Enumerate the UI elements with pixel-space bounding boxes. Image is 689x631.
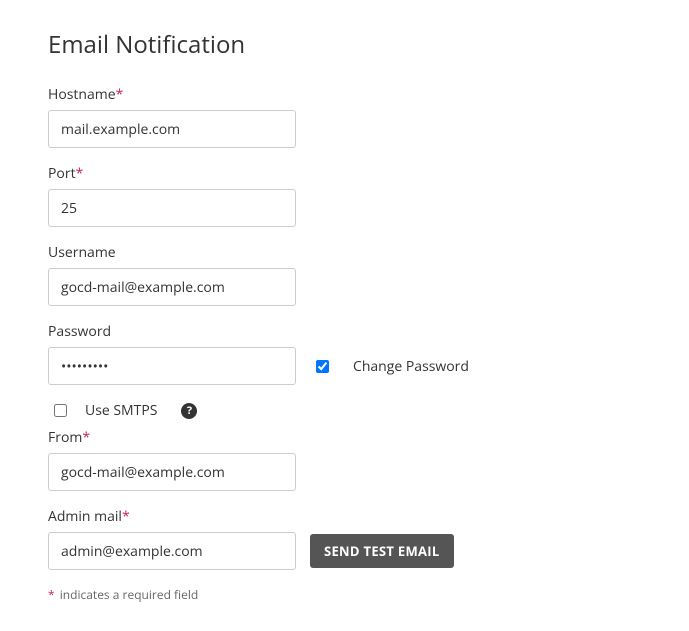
required-mark: * xyxy=(122,507,130,526)
send-test-email-button[interactable]: SEND TEST EMAIL xyxy=(310,534,454,568)
port-label-text: Port xyxy=(48,164,76,183)
required-mark: * xyxy=(82,428,90,447)
from-label: From* xyxy=(48,428,641,447)
required-mark: * xyxy=(76,164,84,183)
admin-mail-label-text: Admin mail xyxy=(48,507,122,526)
hostname-label-text: Hostname xyxy=(48,85,116,104)
admin-mail-label: Admin mail* xyxy=(48,507,641,526)
port-label: Port* xyxy=(48,164,641,183)
change-password-checkbox[interactable] xyxy=(316,360,329,373)
field-username: Username xyxy=(48,243,641,306)
footnote-text: indicates a required field xyxy=(60,586,198,603)
port-input[interactable] xyxy=(48,189,296,227)
password-label-text: Password xyxy=(48,322,111,341)
field-admin-mail: Admin mail* SEND TEST EMAIL xyxy=(48,507,641,570)
field-hostname: Hostname* xyxy=(48,85,641,148)
password-label: Password xyxy=(48,322,641,341)
page-title: Email Notification xyxy=(48,28,641,61)
change-password-label: Change Password xyxy=(353,357,469,376)
username-label-text: Username xyxy=(48,243,116,262)
username-input[interactable] xyxy=(48,268,296,306)
required-footnote: * indicates a required field xyxy=(48,586,641,603)
password-input[interactable] xyxy=(48,347,296,385)
required-mark: * xyxy=(48,586,55,603)
required-mark: * xyxy=(116,85,124,104)
use-smtps-label: Use SMTPS xyxy=(85,401,157,420)
field-use-smtps: Use SMTPS ? xyxy=(48,401,641,420)
password-row: Change Password xyxy=(48,347,641,385)
field-password: Password Change Password xyxy=(48,322,641,385)
from-label-text: From xyxy=(48,428,82,447)
admin-mail-row: SEND TEST EMAIL xyxy=(48,532,641,570)
admin-mail-input[interactable] xyxy=(48,532,296,570)
hostname-input[interactable] xyxy=(48,110,296,148)
username-label: Username xyxy=(48,243,641,262)
help-icon[interactable]: ? xyxy=(181,403,197,419)
use-smtps-checkbox[interactable] xyxy=(54,404,67,417)
from-input[interactable] xyxy=(48,453,296,491)
field-from: From* xyxy=(48,428,641,491)
hostname-label: Hostname* xyxy=(48,85,641,104)
field-port: Port* xyxy=(48,164,641,227)
